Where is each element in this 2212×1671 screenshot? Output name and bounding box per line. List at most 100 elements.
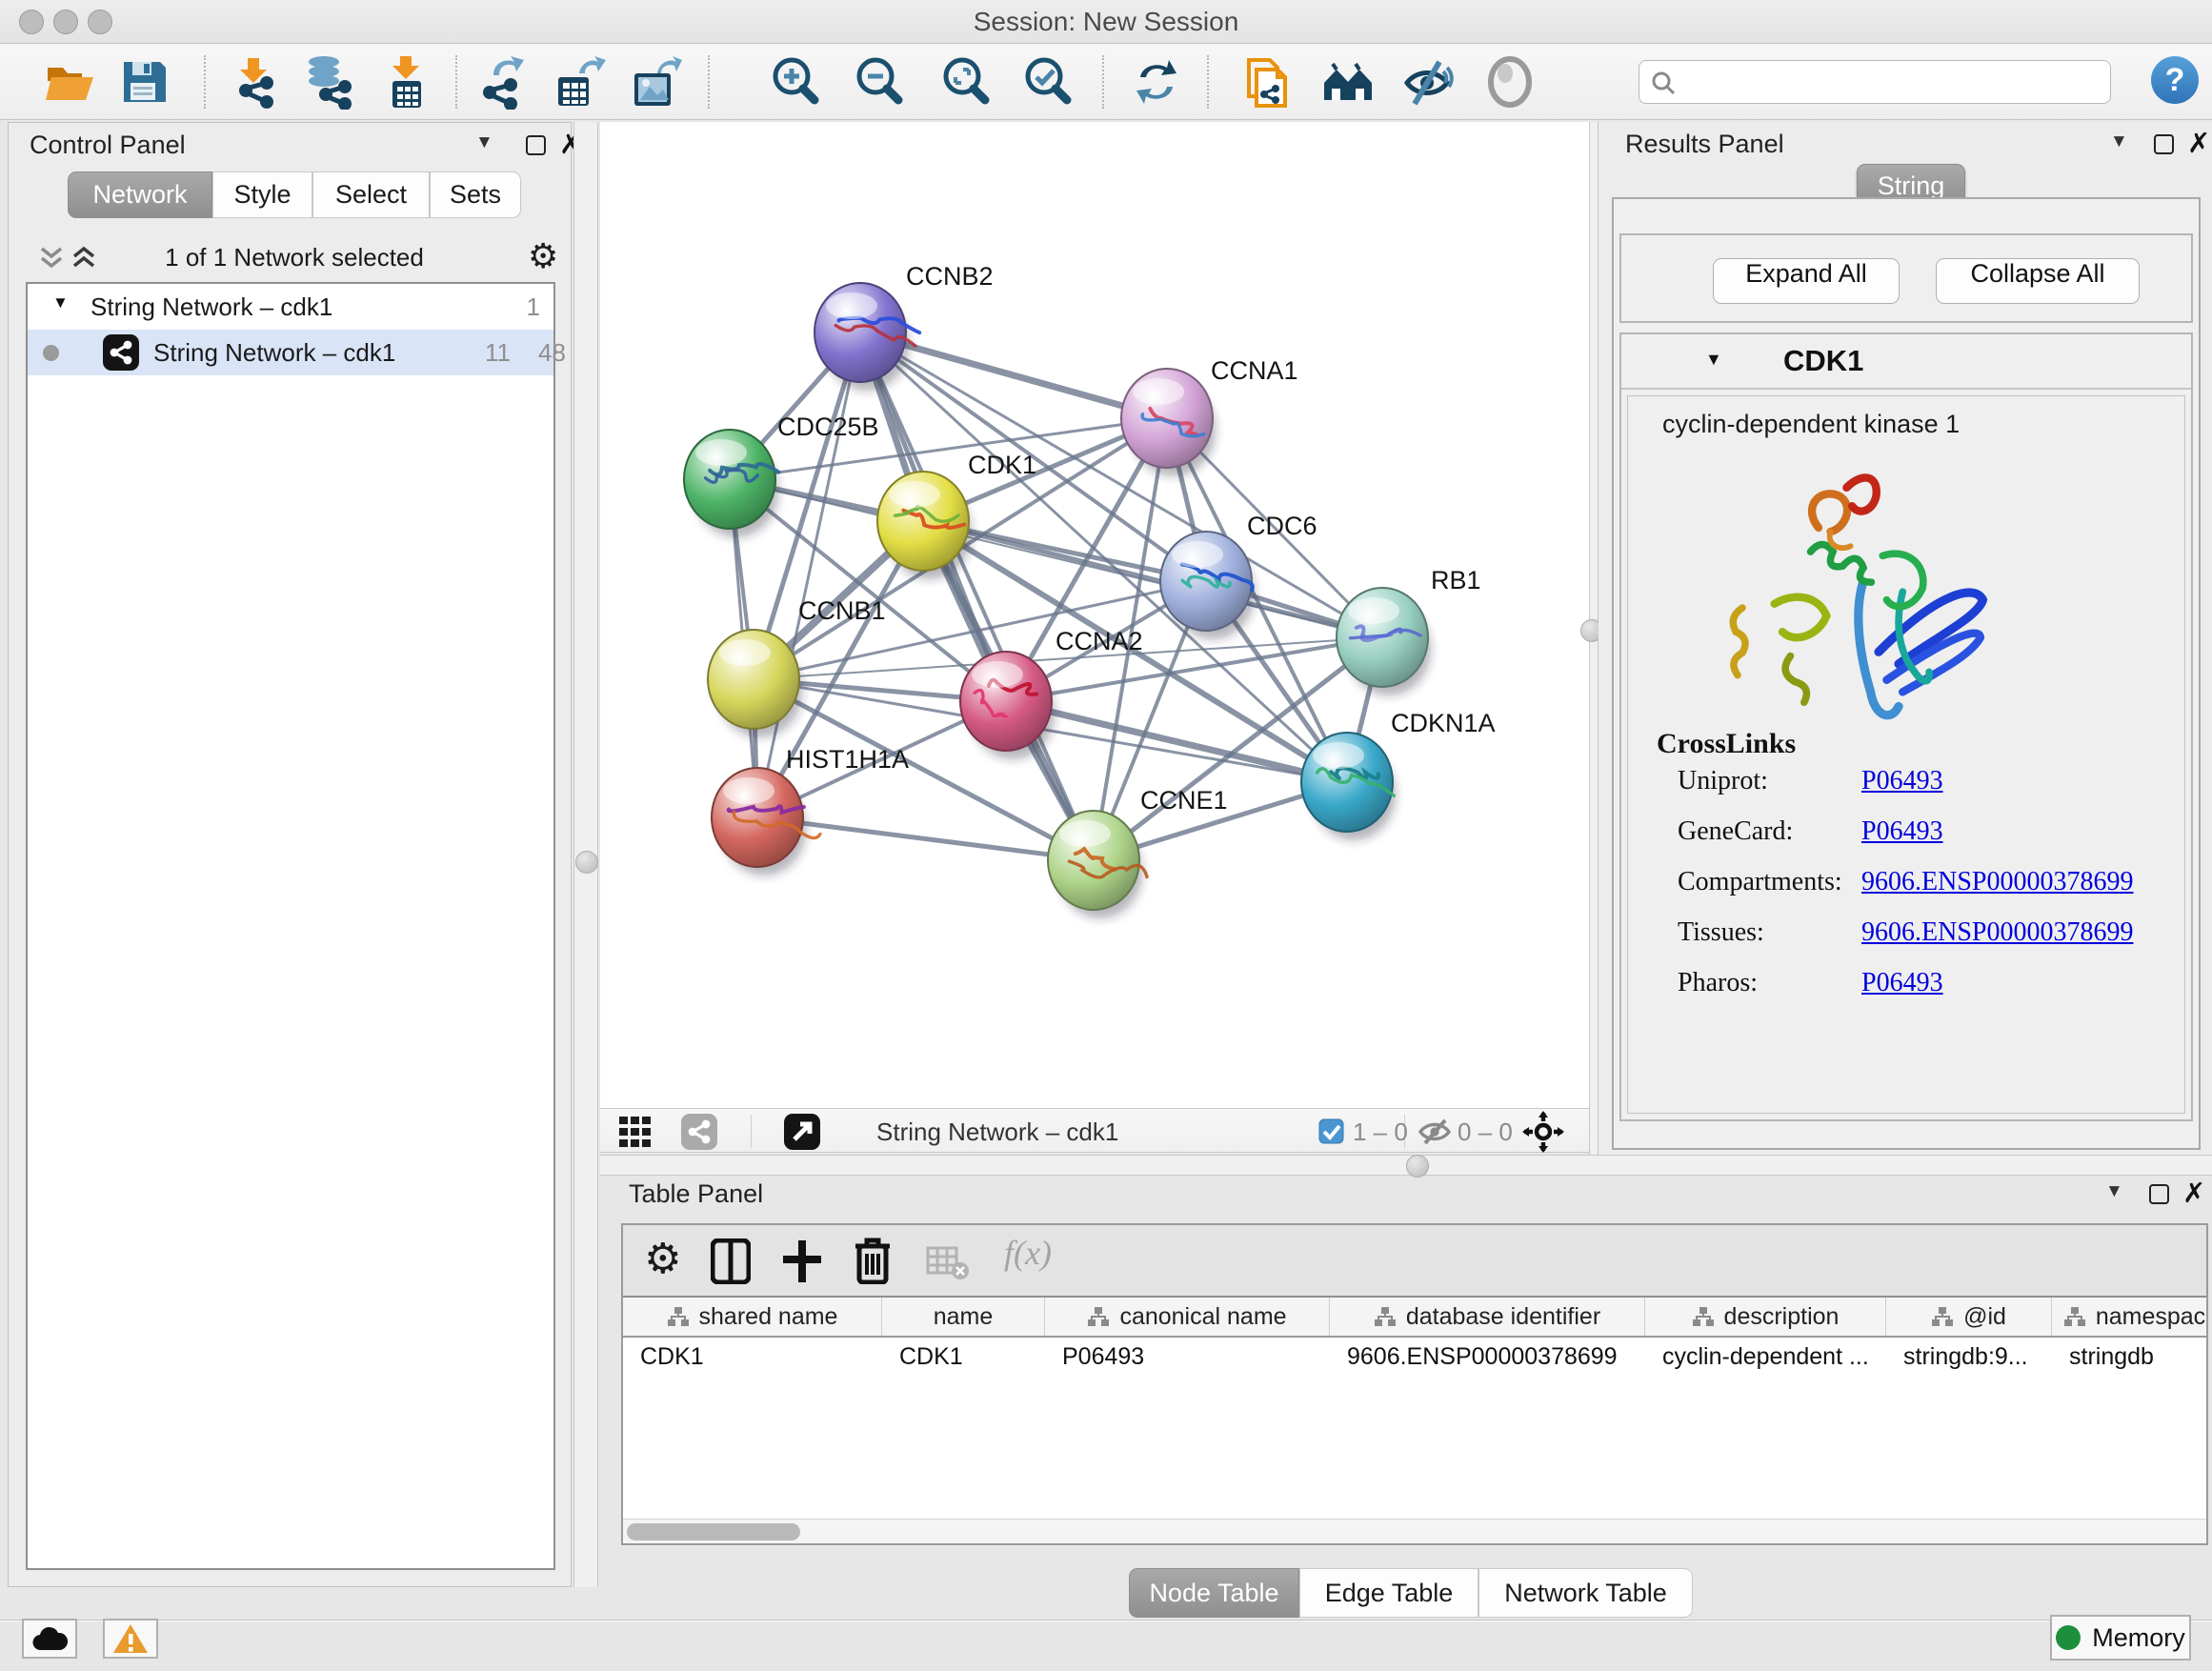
column-header-shared-name[interactable]: shared name xyxy=(623,1298,882,1336)
node-CDC25B[interactable] xyxy=(684,430,778,537)
splitter-grip[interactable] xyxy=(575,851,598,874)
panel-float-icon[interactable] xyxy=(2154,134,2174,154)
export-image-icon[interactable] xyxy=(627,54,682,110)
search-input[interactable] xyxy=(1639,60,2111,104)
export-network-icon[interactable] xyxy=(474,54,530,110)
column-header-canonical-name[interactable]: canonical name xyxy=(1045,1298,1330,1336)
tab-sets[interactable]: Sets xyxy=(430,171,521,218)
scrollbar-thumb[interactable] xyxy=(627,1523,800,1540)
edge-CCNB2-CCNE1[interactable] xyxy=(860,332,1094,860)
zoom-out-icon[interactable] xyxy=(852,54,907,110)
network-graph[interactable]: CCNB2CCNA1CDC25BCDK1CDC6RB1CCNB1CCNA2CDK… xyxy=(600,122,1589,1108)
import-network-file-icon[interactable] xyxy=(227,54,282,110)
node-table[interactable]: shared namenamecanonical name database id… xyxy=(623,1296,2206,1543)
zoom-fit-icon[interactable] xyxy=(938,54,994,110)
panel-float-icon[interactable] xyxy=(526,135,546,155)
collapse-all-icon[interactable] xyxy=(39,245,64,272)
column-header-description[interactable]: description xyxy=(1645,1298,1886,1336)
warnings-button[interactable] xyxy=(103,1619,158,1659)
zoom-in-icon[interactable] xyxy=(768,54,823,110)
column-header--id[interactable]: @id xyxy=(1886,1298,2052,1336)
create-column-icon[interactable] xyxy=(781,1238,823,1284)
table-cell[interactable]: stringdb xyxy=(2052,1338,2212,1376)
node-CCNA1[interactable] xyxy=(1121,369,1216,476)
network-row[interactable]: String Network – cdk1 11 48 xyxy=(28,330,553,375)
network-edge-count: 48 xyxy=(538,338,566,368)
help-icon[interactable]: ? xyxy=(2151,56,2199,104)
open-session-icon[interactable] xyxy=(42,54,97,110)
tab-network-table[interactable]: Network Table xyxy=(1478,1568,1693,1618)
node-CCNA2[interactable] xyxy=(960,652,1055,759)
node-CCNE1[interactable] xyxy=(1048,811,1147,918)
panel-menu-caret-icon[interactable]: ▼ xyxy=(475,132,493,153)
hidden-eye-icon[interactable] xyxy=(1418,1118,1454,1145)
node-CDK1[interactable] xyxy=(877,472,972,579)
table-cell[interactable]: 9606.ENSP00000378699 xyxy=(1330,1338,1645,1376)
node-HIST1H1A[interactable] xyxy=(712,768,820,876)
detach-view-icon[interactable] xyxy=(783,1113,821,1151)
column-label: database identifier xyxy=(1406,1303,1600,1331)
table-row[interactable]: CDK1CDK1P064939606.ENSP00000378699cyclin… xyxy=(623,1338,2206,1376)
birds-eye-icon[interactable] xyxy=(1522,1111,1564,1153)
zoom-selected-icon[interactable] xyxy=(1020,54,1076,110)
save-session-icon[interactable] xyxy=(116,54,171,110)
network-canvas[interactable]: CCNB2CCNA1CDC25BCDK1CDC6RB1CCNB1CCNA2CDK… xyxy=(600,122,1589,1108)
home-icon[interactable] xyxy=(1320,54,1376,110)
selected-checkbox-icon[interactable] xyxy=(1318,1118,1344,1144)
column-header-name[interactable]: name xyxy=(882,1298,1045,1336)
tab-node-table[interactable]: Node Table xyxy=(1129,1568,1299,1618)
collapse-caret-icon[interactable]: ▼ xyxy=(1705,350,1722,370)
node-label-RB1: RB1 xyxy=(1431,566,1481,594)
table-cell[interactable]: cyclin-dependent ... xyxy=(1645,1338,1886,1376)
node-CDKN1A[interactable] xyxy=(1301,733,1396,840)
expand-all-icon[interactable] xyxy=(71,245,96,272)
table-cell[interactable]: CDK1 xyxy=(882,1338,1045,1376)
panel-close-icon[interactable]: ✗ xyxy=(2182,1177,2205,1209)
title-bar: Session: New Session xyxy=(0,0,2212,44)
grid-view-icon[interactable] xyxy=(619,1117,659,1147)
refresh-icon[interactable] xyxy=(1129,54,1184,110)
panel-menu-caret-icon[interactable]: ▼ xyxy=(2105,1181,2123,1202)
tab-network[interactable]: Network xyxy=(68,171,212,218)
tab-edge-table[interactable]: Edge Table xyxy=(1299,1568,1478,1618)
network-collection-row[interactable]: ▼ String Network – cdk1 1 xyxy=(28,284,553,330)
node-RB1[interactable] xyxy=(1337,588,1431,695)
memory-button[interactable]: Memory xyxy=(2050,1615,2191,1661)
crosslink-link[interactable]: P06493 xyxy=(1861,766,1943,796)
crosslink-link[interactable]: 9606.ENSP00000378699 xyxy=(1861,917,2133,948)
table-cell[interactable]: P06493 xyxy=(1045,1338,1330,1376)
collapse-all-button[interactable]: Collapse All xyxy=(1936,258,2140,304)
panel-float-icon[interactable] xyxy=(2149,1184,2169,1204)
panel-close-icon[interactable]: ✗ xyxy=(2187,127,2210,159)
crosslink-link[interactable]: P06493 xyxy=(1861,968,1943,998)
crosslink-link[interactable]: 9606.ENSP00000378699 xyxy=(1861,867,2133,897)
import-network-database-icon[interactable] xyxy=(301,54,356,110)
delete-column-icon[interactable] xyxy=(854,1237,892,1284)
table-cell[interactable]: CDK1 xyxy=(623,1338,882,1376)
crosslink-link[interactable]: P06493 xyxy=(1861,816,1943,847)
hide-selected-icon[interactable] xyxy=(1399,54,1455,110)
vertical-splitter-left[interactable] xyxy=(573,122,598,1587)
panel-menu-caret-icon[interactable]: ▼ xyxy=(2110,131,2128,152)
network-view-icon[interactable] xyxy=(680,1113,718,1151)
copy-style-icon[interactable] xyxy=(1239,54,1295,110)
edge-HIST1H1A-CCNE1[interactable] xyxy=(757,817,1094,860)
column-header-namespac[interactable]: namespac xyxy=(2052,1298,2212,1336)
preview-icon[interactable] xyxy=(1482,54,1538,110)
network-options-gear-icon[interactable]: ⚙ xyxy=(528,237,558,276)
table-horizontal-scrollbar[interactable] xyxy=(623,1519,2206,1543)
crosslink-label: Compartments: xyxy=(1678,867,1842,897)
tab-style[interactable]: Style xyxy=(212,171,312,218)
expand-all-button[interactable]: Expand All xyxy=(1713,258,1900,304)
import-table-icon[interactable] xyxy=(379,54,434,110)
table-cell[interactable]: stringdb:9... xyxy=(1886,1338,2052,1376)
cloud-status-button[interactable] xyxy=(22,1619,77,1659)
tree-expander-icon[interactable]: ▼ xyxy=(52,293,69,312)
node-card-header[interactable]: ▼ CDK1 xyxy=(1621,334,2191,390)
show-columns-icon[interactable] xyxy=(711,1238,751,1284)
tab-select[interactable]: Select xyxy=(312,171,430,218)
export-table-icon[interactable] xyxy=(551,54,606,110)
node-CCNB1[interactable] xyxy=(708,630,802,737)
table-options-gear-icon[interactable]: ⚙ xyxy=(644,1235,681,1283)
column-header-database-identifier[interactable]: database identifier xyxy=(1330,1298,1645,1336)
